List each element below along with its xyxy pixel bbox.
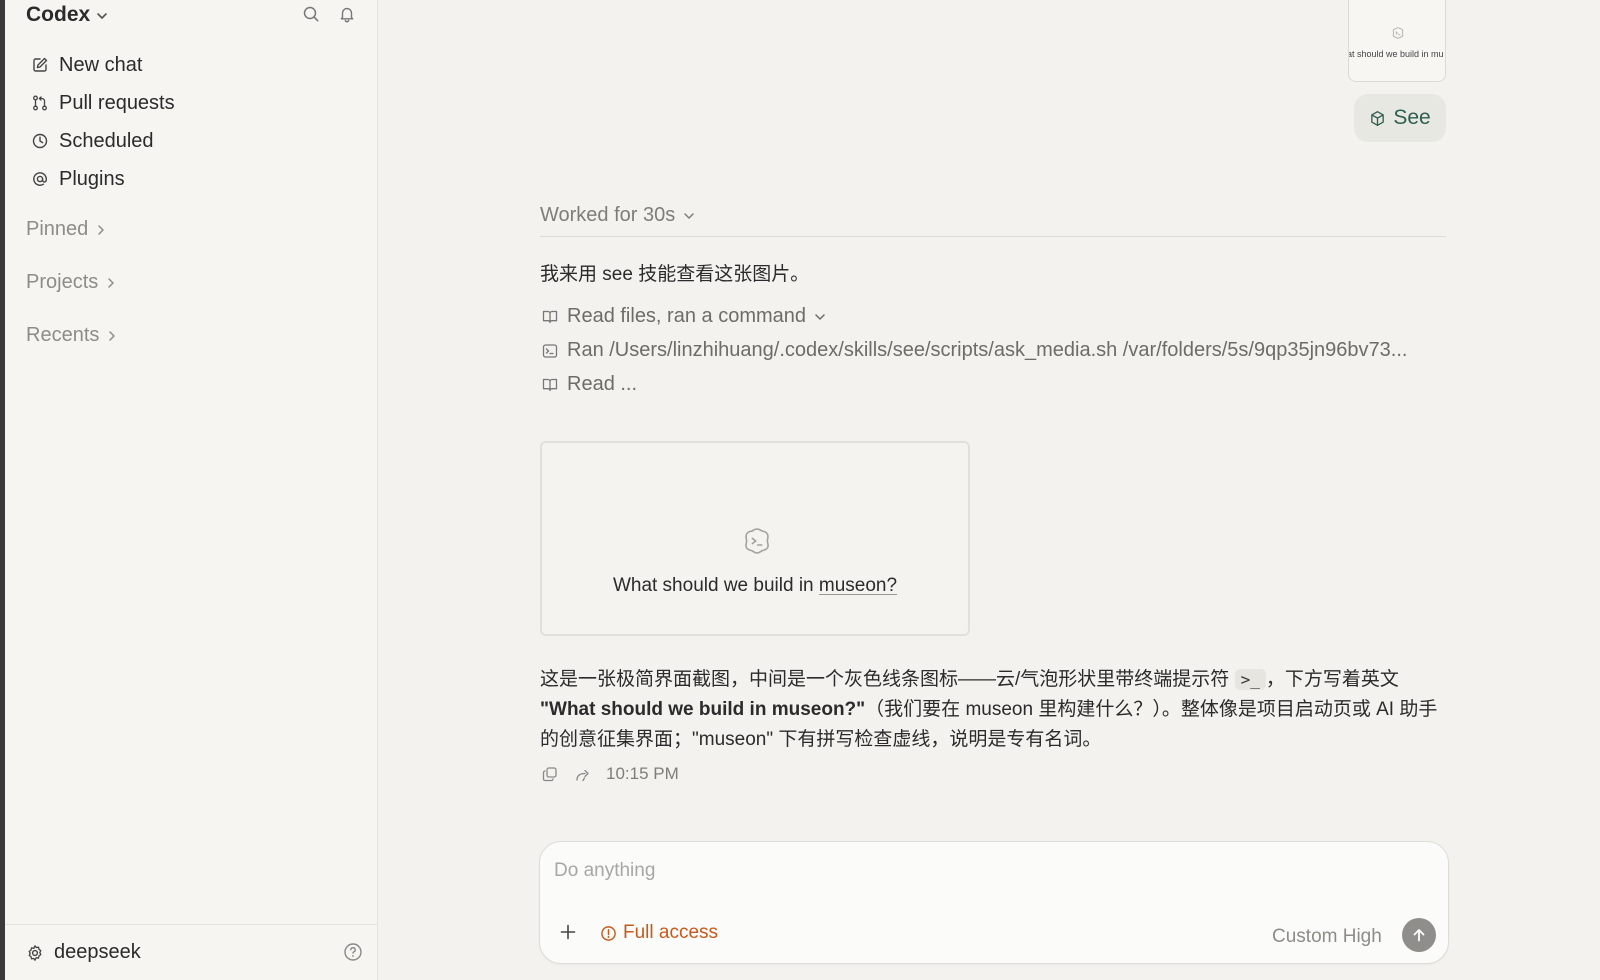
terminal-icon [540, 341, 559, 360]
sidebar-nav: New chat Pull requests Scheduled Plugins [26, 46, 366, 198]
sidebar-item-label: New chat [59, 53, 143, 76]
message-actions: 10:15 PM [540, 764, 679, 784]
section-projects[interactable]: Projects [26, 271, 116, 294]
copy-icon[interactable] [540, 765, 559, 784]
divider [540, 236, 1446, 237]
answer-bold-text: "What should we build in museon?" [540, 699, 866, 720]
section-label: Recents [26, 324, 100, 346]
edit-icon [30, 56, 49, 75]
section-label: Pinned [26, 218, 89, 240]
thumbnail-caption: at should we build in mu [1348, 49, 1444, 59]
arrow-up-icon [1413, 929, 1425, 942]
step-read[interactable]: Read ... [540, 373, 637, 396]
preview-caption: What should we build in museon? [542, 575, 968, 597]
see-skill-chip[interactable]: See [1354, 94, 1446, 142]
workspace-switcher[interactable]: Codex [26, 2, 108, 28]
sidebar-item-label: Plugins [59, 167, 125, 190]
answer-text: 这是一张极简界面截图，中间是一个灰色线条图标——云/气泡形状里带终端提示符 [540, 669, 1235, 690]
search-icon[interactable] [301, 4, 321, 24]
warning-icon [601, 925, 616, 941]
steps-summary-toggle[interactable]: Read files, ran a command [540, 305, 826, 328]
add-attachment-button[interactable] [558, 922, 578, 947]
assistant-answer: 这是一张极简界面截图，中间是一个灰色线条图标——云/气泡形状里带终端提示符 >_… [540, 665, 1448, 755]
steps-summary-label: Read files, ran a command [567, 305, 807, 327]
chevron-right-icon [108, 277, 114, 288]
image-preview-card[interactable]: What should we build in museon? [540, 441, 970, 636]
assistant-intro: 我来用 see 技能查看这张图片。 [540, 264, 810, 285]
step-ran-command[interactable]: Ran /Users/linzhihuang/.codex/skills/see… [540, 339, 1407, 362]
sidebar-item-label: Scheduled [59, 129, 154, 152]
sidebar: Codex New chat Pull requests Scheduled P… [0, 0, 378, 980]
sidebar-item-plugins[interactable]: Plugins [26, 160, 366, 198]
brand-label: Codex [26, 3, 91, 26]
app-window: Codex New chat Pull requests Scheduled P… [0, 0, 1600, 980]
step-ran-label: Ran /Users/linzhihuang/.codex/skills/see… [567, 339, 1408, 361]
fork-icon[interactable] [573, 765, 592, 784]
composer: Full access Custom High [539, 841, 1449, 964]
sidebar-item-pull-requests[interactable]: Pull requests [26, 84, 366, 122]
book-icon [540, 375, 559, 394]
bell-icon[interactable] [337, 4, 357, 24]
prompt-input[interactable] [554, 856, 1414, 886]
attachment-thumbnail[interactable]: at should we build in mu [1348, 0, 1446, 82]
chevron-down-icon [815, 313, 825, 320]
conversation-pane: at should we build in mu See Worked for … [379, 0, 1600, 980]
inline-code: >_ [1234, 669, 1266, 690]
pull-request-icon [30, 94, 49, 113]
send-button[interactable] [1402, 918, 1436, 952]
plus-icon [560, 924, 576, 940]
answer-text: ，下方写着英文 [1265, 669, 1399, 690]
access-mode-label: Full access [623, 922, 719, 943]
gear-icon [28, 944, 42, 961]
at-sign-icon [30, 170, 49, 189]
account-name: deepseek [54, 941, 141, 963]
sidebar-item-label: Pull requests [59, 91, 175, 114]
account-settings-button[interactable]: deepseek [26, 941, 141, 964]
chevron-down-icon [684, 212, 694, 219]
help-icon[interactable] [343, 942, 363, 967]
section-pinned[interactable]: Pinned [26, 218, 106, 241]
preview-caption-word: museon? [818, 575, 898, 596]
sidebar-item-new-chat[interactable]: New chat [26, 46, 366, 84]
chevron-down-icon [97, 13, 107, 19]
worked-toggle[interactable]: Worked for 30s [540, 204, 695, 227]
message-time: 10:15 PM [606, 764, 679, 783]
terminal-bubble-icon [1392, 27, 1404, 39]
section-recents[interactable]: Recents [26, 324, 117, 347]
cube-icon [1371, 110, 1385, 126]
chevron-right-icon [109, 330, 116, 341]
book-icon [540, 307, 559, 326]
see-chip-label: See [1393, 106, 1431, 129]
sidebar-item-scheduled[interactable]: Scheduled [26, 122, 366, 160]
sidebar-footer: deepseek [5, 924, 378, 980]
access-mode-button[interactable]: Full access [600, 922, 718, 944]
chevron-right-icon [98, 224, 105, 235]
step-read-label: Read ... [567, 373, 638, 395]
preview-caption-text: What should we build in [612, 575, 819, 596]
worked-label: Worked for 30s [540, 204, 676, 226]
section-label: Projects [26, 271, 99, 293]
model-selector[interactable]: Custom High [1272, 926, 1382, 948]
clock-icon [30, 132, 49, 151]
terminal-bubble-icon [745, 528, 769, 554]
sidebar-top-actions [301, 4, 357, 24]
